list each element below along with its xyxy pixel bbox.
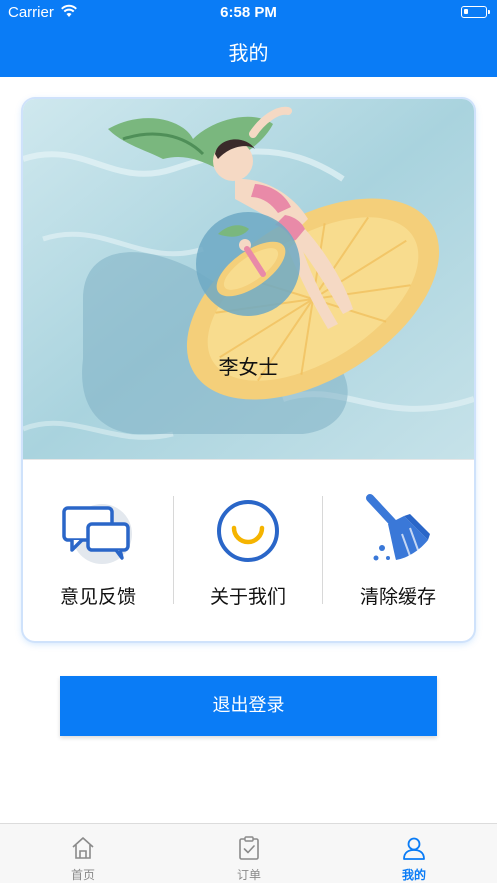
about-us-button[interactable]: 关于我们: [173, 460, 323, 641]
tab-orders-label: 订单: [236, 868, 261, 882]
status-time: 6:58 PM: [220, 4, 277, 21]
tab-mine-label: 我的: [401, 868, 426, 882]
feedback-label: 意见反馈: [59, 586, 136, 608]
profile-card: 李女士 意见反馈 关于我们 清除缓存: [23, 99, 474, 641]
tab-home-label: 首页: [70, 868, 95, 882]
tab-mine[interactable]: 我的: [331, 824, 497, 883]
page-title: 我的: [228, 41, 269, 65]
clipboard-icon: [239, 836, 259, 860]
feedback-chat-icon: [62, 504, 132, 564]
tab-home[interactable]: 首页: [0, 824, 166, 883]
user-icon: [403, 837, 425, 860]
feedback-button[interactable]: 意见反馈: [23, 460, 173, 641]
home-icon: [72, 837, 94, 859]
action-row: 意见反馈 关于我们 清除缓存: [23, 459, 474, 641]
tab-orders[interactable]: 订单: [166, 824, 332, 883]
status-bar: Carrier 6:58 PM: [0, 0, 497, 26]
top-bar: Carrier 6:58 PM 我的: [0, 0, 497, 77]
tab-bar: 首页 订单 我的: [0, 823, 497, 883]
clear-cache-label: 清除缓存: [359, 586, 436, 608]
clear-cache-button[interactable]: 清除缓存: [323, 460, 473, 641]
smile-circle-icon: [217, 500, 279, 562]
battery-icon: [461, 6, 490, 18]
broom-icon: [366, 494, 430, 561]
profile-cover-image: 李女士: [23, 99, 474, 459]
logout-button[interactable]: 退出登录: [60, 676, 437, 736]
username: 李女士: [218, 355, 279, 379]
about-us-label: 关于我们: [209, 586, 286, 608]
